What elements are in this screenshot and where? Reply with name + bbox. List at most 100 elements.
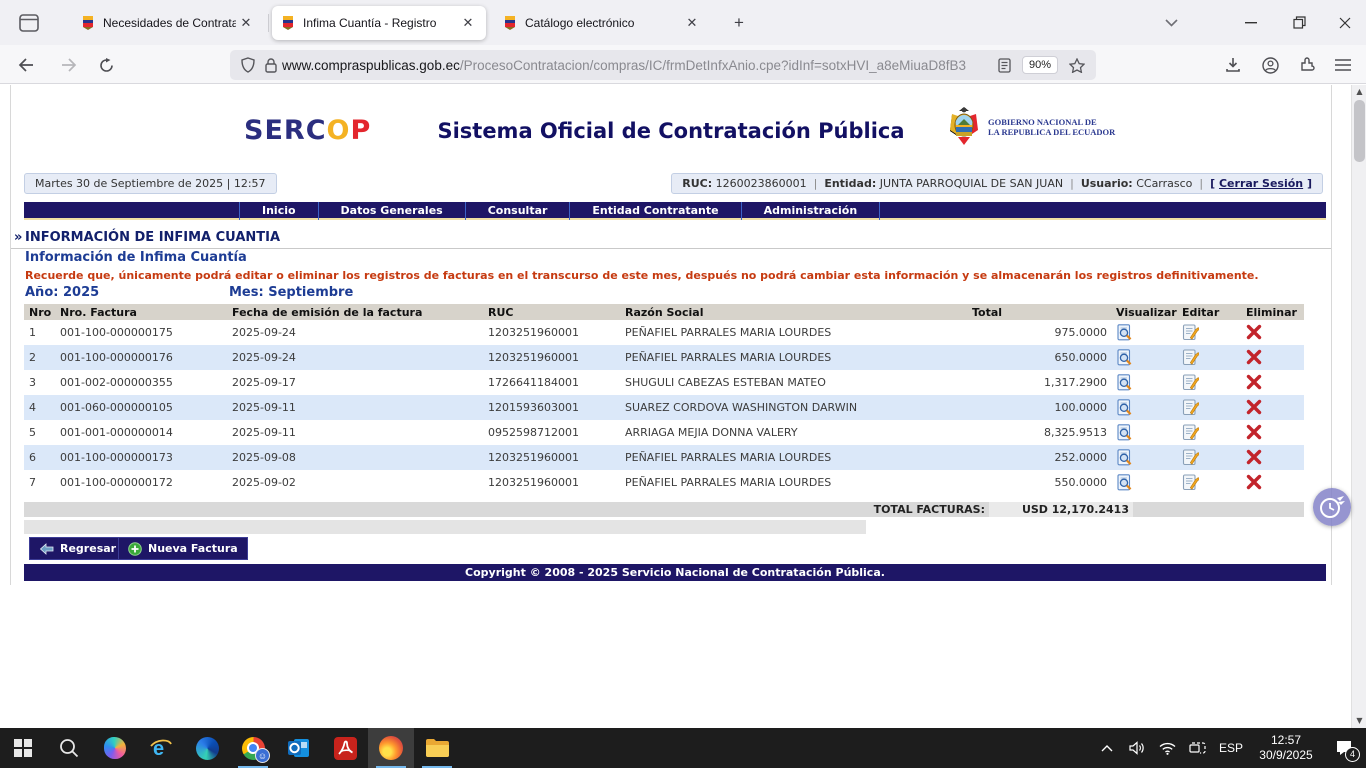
bookmark-star-icon[interactable] <box>1069 58 1085 73</box>
tab-infima-cuantia[interactable]: Infima Cuantía - Registro ✕ <box>272 6 486 40</box>
table-row: 4 001-060-000000105 2025-09-11 120159360… <box>24 395 1304 420</box>
taskbar-clock[interactable]: 12:57 30/9/2025 <box>1250 733 1322 763</box>
back-icon[interactable] <box>12 51 40 79</box>
nueva-factura-button[interactable]: Nueva Factura <box>118 537 248 560</box>
eliminar-icon[interactable] <box>1246 324 1263 341</box>
tab-title: Infima Cuantía - Registro <box>303 16 458 30</box>
reader-view-icon[interactable] <box>998 58 1011 73</box>
tab-necesidades[interactable]: Necesidades de Contratación y ✕ <box>72 6 264 40</box>
visualizar-icon[interactable] <box>1116 349 1133 366</box>
editar-icon[interactable] <box>1182 449 1199 466</box>
eliminar-icon[interactable] <box>1246 374 1263 391</box>
tab-close-icon[interactable]: ✕ <box>458 13 478 33</box>
acrobat-icon[interactable] <box>322 728 368 768</box>
shield-icon[interactable] <box>241 57 255 73</box>
cell-total: 550.0000 <box>967 470 1111 495</box>
tab-catalogo[interactable]: Catálogo electrónico ✕ <box>494 6 710 40</box>
visualizar-icon[interactable] <box>1116 374 1133 391</box>
scroll-down-icon[interactable]: ▼ <box>1352 714 1366 728</box>
window-close-button[interactable] <box>1322 0 1366 45</box>
editar-icon[interactable] <box>1182 474 1199 491</box>
scrollbar-thumb[interactable] <box>1354 100 1365 162</box>
window-minimize-button[interactable] <box>1228 0 1274 45</box>
firefox-view-icon[interactable] <box>16 11 42 35</box>
eliminar-icon[interactable] <box>1246 424 1263 441</box>
cell-fecha: 2025-09-11 <box>227 395 483 420</box>
extensions-icon[interactable] <box>1292 51 1322 79</box>
floating-timer-widget[interactable] <box>1313 488 1351 526</box>
cell-razon: PEÑAFIEL PARRALES MARIA LOURDES <box>620 320 967 345</box>
reload-icon[interactable] <box>92 51 120 79</box>
lock-icon[interactable] <box>265 58 277 73</box>
eliminar-icon[interactable] <box>1246 349 1263 366</box>
menu-hamburger-icon[interactable] <box>1328 51 1358 79</box>
start-button[interactable] <box>0 728 46 768</box>
taskbar-search-icon[interactable] <box>46 728 92 768</box>
visualizar-icon[interactable] <box>1116 474 1133 491</box>
table-header-row: Nro Nro. Factura Fecha de emisión de la … <box>24 304 1304 320</box>
volume-icon[interactable] <box>1122 728 1152 768</box>
logout-link[interactable]: [ Cerrar Sesión ] <box>1210 177 1312 190</box>
url-bar[interactable]: www.compraspublicas.gob.ec/ProcesoContra… <box>230 50 1096 80</box>
menu-item-datos-generales[interactable]: Datos Generales <box>318 202 465 220</box>
cell-ruc: 1203251960001 <box>483 470 620 495</box>
session-bar: Martes 30 de Septiembre de 2025 | 12:57 … <box>11 173 1331 195</box>
col-header-visualizar: Visualizar <box>1111 304 1177 320</box>
visualizar-icon[interactable] <box>1116 399 1133 416</box>
outlook-icon[interactable] <box>276 728 322 768</box>
url-text[interactable]: www.compraspublicas.gob.ec/ProcesoContra… <box>282 58 993 73</box>
forward-icon[interactable] <box>55 51 83 79</box>
back-arrow-icon <box>39 543 54 555</box>
firefox-icon[interactable] <box>368 728 414 768</box>
tray-chevron-up-icon[interactable] <box>1092 728 1122 768</box>
language-indicator[interactable]: ESP <box>1212 741 1250 755</box>
new-tab-button[interactable]: + <box>728 12 750 34</box>
account-icon[interactable] <box>1255 51 1285 79</box>
file-explorer-icon[interactable] <box>414 728 460 768</box>
copilot-icon[interactable] <box>92 728 138 768</box>
tray-time: 12:57 <box>1250 733 1322 748</box>
window-restore-button[interactable] <box>1276 0 1322 45</box>
menu-item-entidad-contratante[interactable]: Entidad Contratante <box>569 202 740 220</box>
total-label: TOTAL FACTURAS: <box>24 502 989 517</box>
eliminar-icon[interactable] <box>1246 474 1263 491</box>
editar-icon[interactable] <box>1182 374 1199 391</box>
editar-icon[interactable] <box>1182 349 1199 366</box>
zoom-level-indicator[interactable]: 90% <box>1022 56 1058 74</box>
table-body: 1 001-100-000000175 2025-09-24 120325196… <box>24 320 1304 495</box>
entity-label: Entidad: <box>824 177 876 190</box>
cell-total: 252.0000 <box>967 445 1111 470</box>
visualizar-icon[interactable] <box>1116 449 1133 466</box>
eliminar-icon[interactable] <box>1246 399 1263 416</box>
menu-item-consultar[interactable]: Consultar <box>465 202 570 220</box>
menu-item-administracion[interactable]: Administración <box>741 202 881 220</box>
internet-explorer-icon[interactable]: e <box>138 728 184 768</box>
scroll-up-icon[interactable]: ▲ <box>1352 85 1366 99</box>
visualizar-icon[interactable] <box>1116 424 1133 441</box>
menu-item-inicio[interactable]: Inicio <box>239 202 318 220</box>
notification-center-icon[interactable]: 4 <box>1322 728 1366 768</box>
chrome-icon[interactable]: ☺ <box>230 728 276 768</box>
cell-fecha: 2025-09-17 <box>227 370 483 395</box>
display-connect-icon[interactable] <box>1182 728 1212 768</box>
page-footer: Copyright © 2008 - 2025 Servicio Naciona… <box>24 564 1326 581</box>
vertical-scrollbar[interactable]: ▲ ▼ <box>1351 85 1366 728</box>
col-header-fecha: Fecha de emisión de la factura <box>227 304 483 320</box>
tab-close-icon[interactable]: ✕ <box>236 13 256 33</box>
tab-close-icon[interactable]: ✕ <box>682 13 702 33</box>
col-header-nro: Nro <box>24 304 55 320</box>
cell-fecha: 2025-09-08 <box>227 445 483 470</box>
editar-icon[interactable] <box>1182 399 1199 416</box>
cell-factura: 001-001-000000014 <box>55 420 227 445</box>
edge-icon[interactable] <box>184 728 230 768</box>
downloads-icon[interactable] <box>1218 51 1248 79</box>
editar-icon[interactable] <box>1182 424 1199 441</box>
tab-list-chevron-icon[interactable] <box>1148 0 1194 45</box>
eliminar-icon[interactable] <box>1246 449 1263 466</box>
visualizar-icon[interactable] <box>1116 324 1133 341</box>
cell-fecha: 2025-09-02 <box>227 470 483 495</box>
wifi-icon[interactable] <box>1152 728 1182 768</box>
regresar-button[interactable]: Regresar <box>29 537 126 560</box>
editar-icon[interactable] <box>1182 324 1199 341</box>
cell-total: 650.0000 <box>967 345 1111 370</box>
